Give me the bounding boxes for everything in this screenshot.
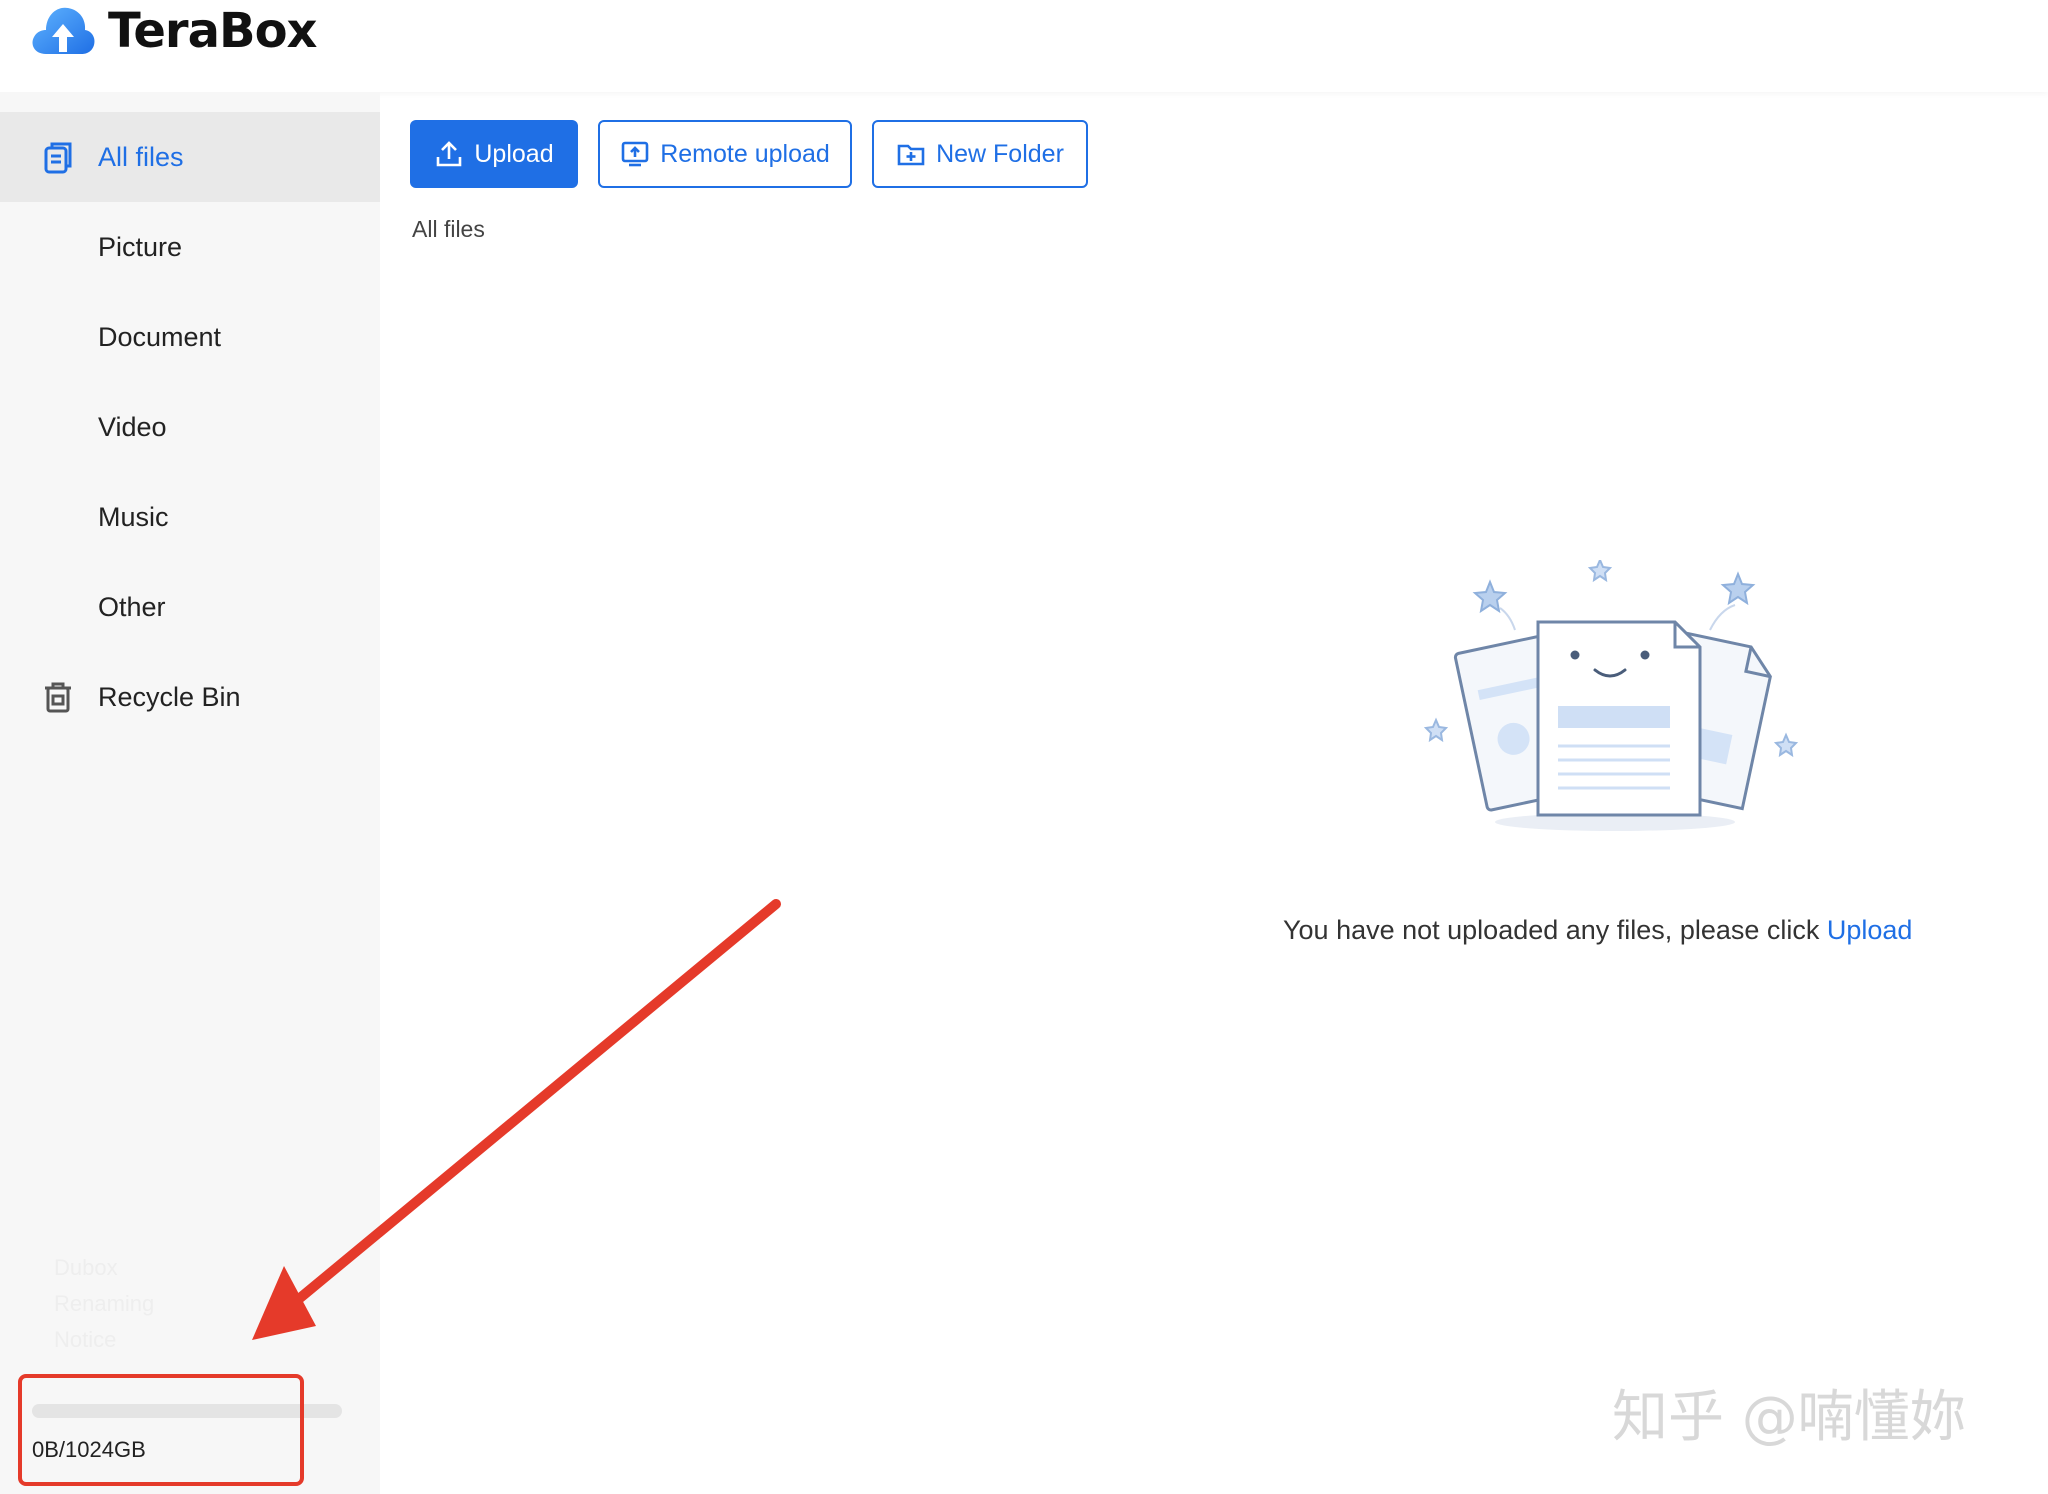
watermark-text: 知乎 @喃懂妳: [1612, 1385, 1966, 1450]
sidebar-item-all-files[interactable]: All files: [0, 112, 380, 202]
files-icon: [44, 142, 72, 174]
sidebar-item-label: Recycle Bin: [98, 681, 241, 712]
sidebar-item-label: Other: [98, 591, 166, 622]
empty-state-text: You have not uploaded any files, please …: [1283, 915, 1827, 945]
remote-upload-icon: [621, 141, 649, 167]
sidebar-item-video[interactable]: Video: [0, 382, 380, 472]
upload-icon: [437, 141, 462, 167]
notice-line: Dubox: [54, 1255, 118, 1280]
sidebar-item-label: All files: [98, 141, 184, 172]
cloud-logo-icon: [32, 7, 95, 54]
sidebar-item-label: Document: [98, 321, 222, 352]
storage-highlight-box: [18, 1374, 304, 1486]
remote-upload-button[interactable]: Remote upload: [598, 120, 852, 188]
new-folder-button[interactable]: New Folder: [872, 120, 1088, 188]
notice-line: Renaming: [54, 1291, 155, 1316]
remote-upload-button-label: Remote upload: [660, 139, 830, 168]
empty-files-illustration: [1423, 560, 1799, 831]
breadcrumb[interactable]: All files: [412, 216, 485, 243]
upload-button-label: Upload: [474, 139, 554, 168]
sidebar-item-label: Music: [98, 501, 169, 532]
app-logo[interactable]: TeraBox: [30, 0, 318, 62]
sidebar-item-label: Video: [98, 411, 167, 442]
notice-line: Notice: [54, 1327, 117, 1352]
sidebar-item-document[interactable]: Document: [0, 292, 380, 382]
upload-button[interactable]: Upload: [410, 120, 578, 188]
sidebar-item-other[interactable]: Other: [0, 562, 380, 652]
sidebar-item-label: Picture: [98, 231, 183, 262]
sidebar-item-recycle-bin[interactable]: Recycle Bin: [0, 652, 380, 742]
folder-plus-icon: [897, 144, 925, 166]
new-folder-button-label: New Folder: [936, 139, 1064, 168]
top-header: TeraBox: [0, 0, 2048, 92]
renaming-notice[interactable]: Dubox Renaming Notice: [54, 1250, 214, 1358]
trash-icon: [45, 682, 71, 713]
app-name: TeraBox: [108, 3, 318, 59]
sidebar-item-picture[interactable]: Picture: [0, 202, 380, 292]
upload-link[interactable]: Upload: [1827, 915, 1913, 945]
empty-state-message: You have not uploaded any files, please …: [1283, 915, 1912, 946]
sidebar-item-music[interactable]: Music: [0, 472, 380, 562]
